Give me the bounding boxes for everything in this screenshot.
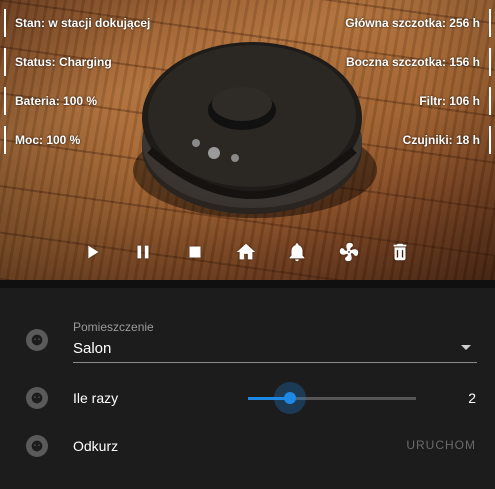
locate-button[interactable] [281,236,313,268]
repeat-label: Ile razy [73,390,119,406]
pause-button[interactable] [127,236,159,268]
vacuum-controls [76,236,416,268]
stat-filtr: Filtr: 106 h [419,87,491,115]
home-button[interactable] [230,236,262,268]
home-icon [236,243,256,260]
room-select-label: Pomieszczenie [73,320,154,334]
stat-czujniki: Czujniki: 18 h [403,126,491,154]
stop-icon [189,246,201,258]
repeat-slider[interactable] [248,382,416,414]
fan-icon [339,242,358,262]
pause-icon [137,245,149,259]
repeat-value: 2 [468,390,476,406]
stop-button[interactable] [179,236,211,268]
fan-speed-button[interactable] [333,236,365,268]
stat-status: Status: Charging [4,48,112,76]
vacuum-label: Odkurz [73,438,119,454]
robot-vacuum-icon [26,387,48,409]
run-button[interactable]: URUCHOM [406,438,476,452]
trash-icon [393,243,407,261]
slider-knob[interactable] [284,392,296,404]
robot-vacuum-icon [26,435,48,457]
camera-card: Stan: w stacji dokującej Status: Chargin… [0,0,495,280]
vacuum-form: Pomieszczenie Salon Ile razy 2 Odkurz UR… [0,280,495,489]
divider [0,280,495,288]
room-select-value: Salon [73,340,112,357]
stat-stan: Stan: w stacji dokującej [4,9,150,37]
play-icon [88,245,99,259]
play-button[interactable] [76,236,108,268]
trash-button[interactable] [384,236,416,268]
stat-bateria: Bateria: 100 % [4,87,97,115]
stat-glowna-szczotka: Główna szczotka: 256 h [345,9,491,37]
stat-moc: Moc: 100 % [4,126,80,154]
robot-vacuum-icon [26,329,48,351]
bell-icon [289,243,305,262]
room-select[interactable]: Pomieszczenie Salon [73,320,477,363]
stat-boczna-szczotka: Boczna szczotka: 156 h [346,48,491,76]
dropdown-arrow-icon[interactable] [461,345,471,350]
